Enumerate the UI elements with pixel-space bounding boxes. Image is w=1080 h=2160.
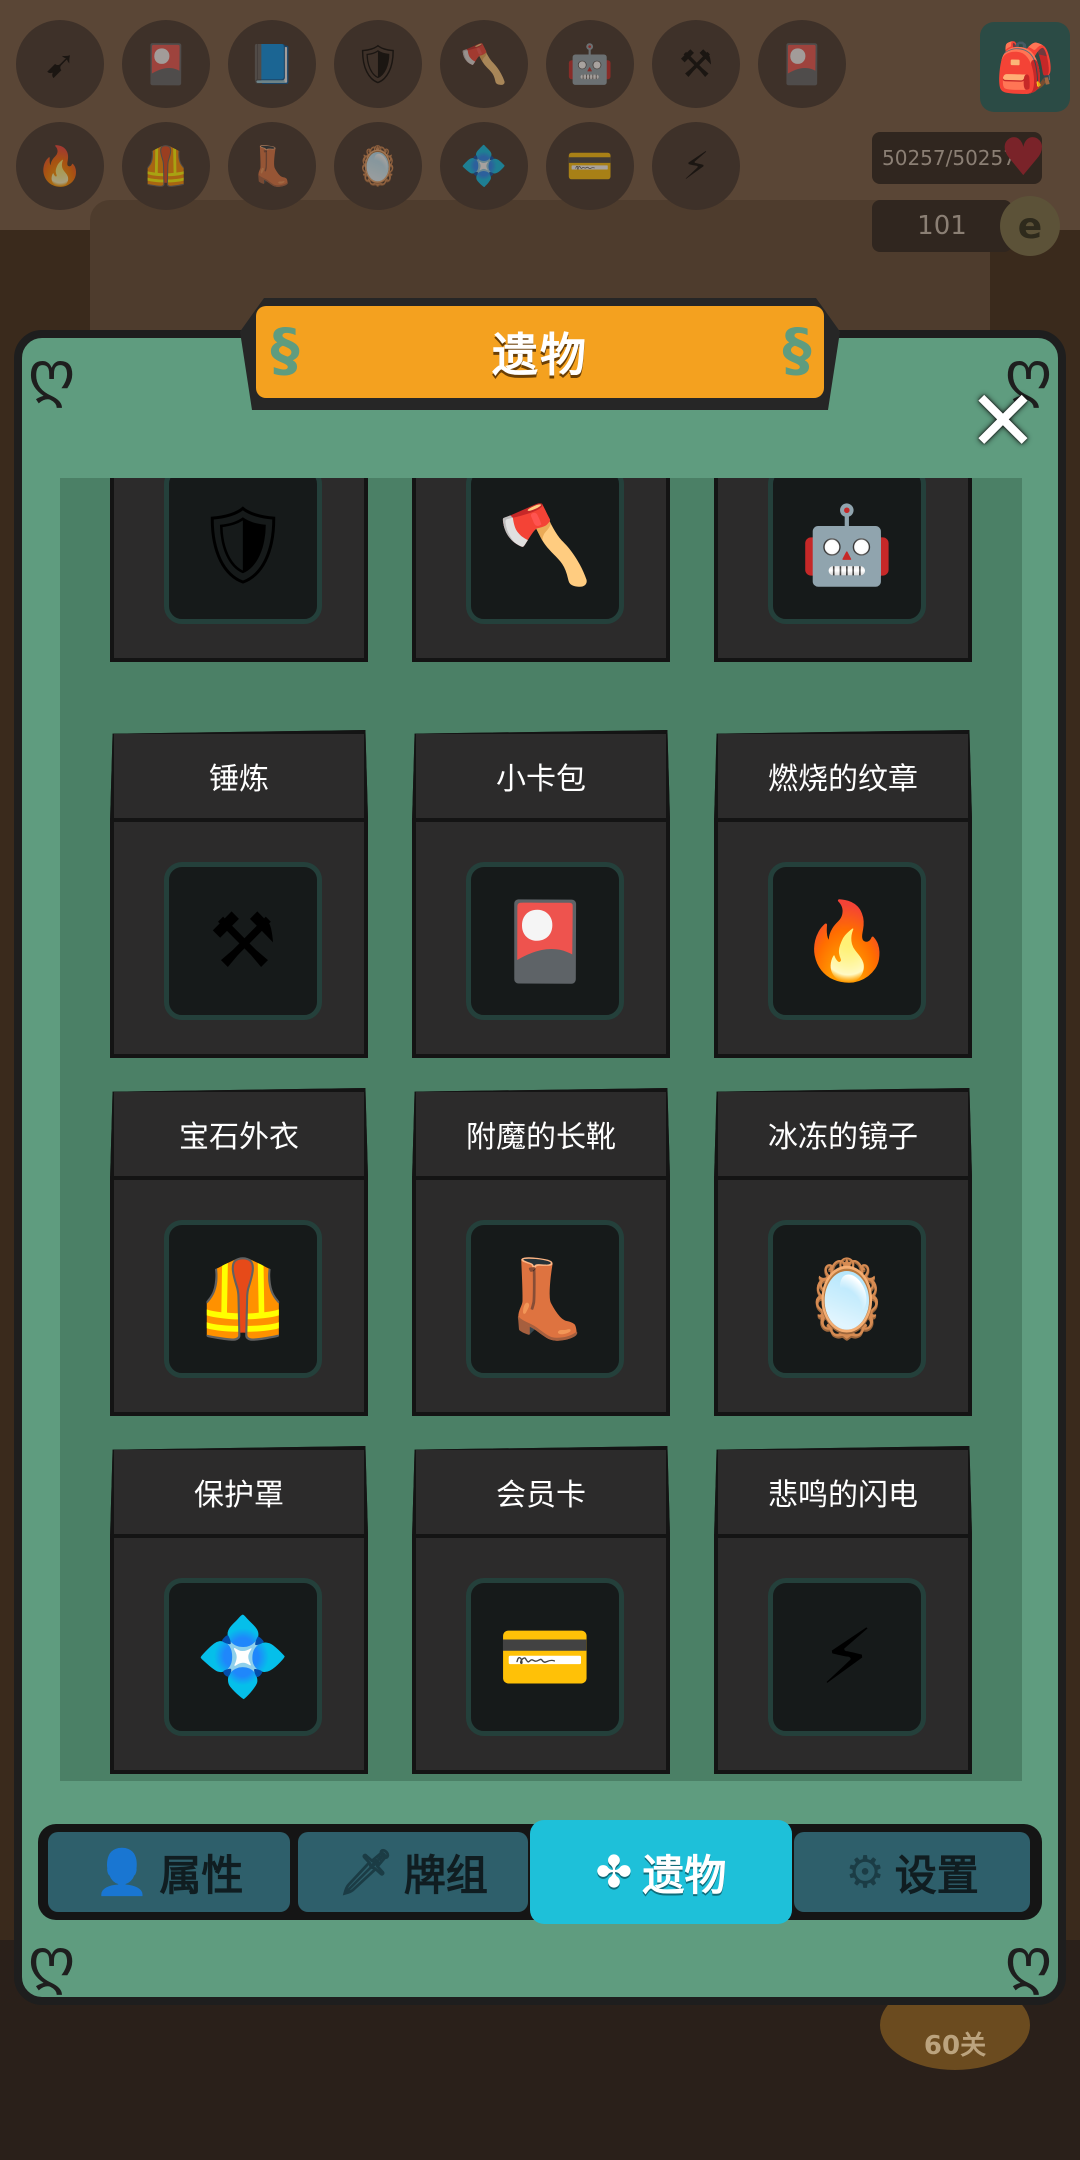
shield-g-icon: 🛡 [334, 20, 422, 108]
mirror-icon[interactable]: 🪞 [768, 1220, 926, 1378]
tab-sword[interactable]: 🗡 牌组 [298, 1832, 528, 1912]
lightning-icon[interactable]: ⚡ [768, 1578, 926, 1736]
relic-card-body: 👢 [412, 1176, 670, 1416]
relic-card-body: 💠 [110, 1534, 368, 1774]
close-button[interactable]: ✕ [960, 378, 1046, 464]
relic-name: 小卡包 [412, 730, 670, 822]
bag-icon[interactable]: 🎒 [980, 22, 1070, 112]
banner-swirl-icon: § [782, 316, 812, 384]
axe-icon: 🪓 [440, 20, 528, 108]
banner-swirl-icon: § [270, 316, 300, 384]
card-pack-icon: 🎴 [122, 20, 210, 108]
sword-icon: 🗡 [338, 1847, 394, 1898]
tab-label: 属性 [159, 1850, 244, 1900]
anvil-icon[interactable]: ⚒ [164, 862, 322, 1020]
heart-icon: ♥ [1000, 128, 1047, 188]
relic-card-body: ⚒ [110, 818, 368, 1058]
relic-name: 宝石外衣 [110, 1088, 368, 1180]
gem-coat-icon[interactable]: 🦺 [164, 1220, 322, 1378]
relic-card-body: 🦺 [110, 1176, 368, 1416]
gear-icon: ⚙ [845, 1846, 885, 1898]
robot-icon[interactable]: 🤖 [768, 478, 926, 624]
barrier-icon: 💠 [440, 122, 528, 210]
mirror-icon: 🪞 [334, 122, 422, 210]
tab-label: 遗物 [642, 1850, 727, 1900]
coin-icon: e [1000, 196, 1060, 256]
member-card-icon[interactable]: 💳 [466, 1578, 624, 1736]
relic-name: 燃烧的纹章 [714, 730, 972, 822]
relic-card-body: 🪓 [412, 478, 670, 662]
relic-name: 附魔的长靴 [412, 1088, 670, 1180]
member-card-icon: 💳 [546, 122, 634, 210]
tab-gear[interactable]: ⚙ 设置 [794, 1832, 1030, 1912]
clover-icon: ✤ [595, 1846, 633, 1898]
arrow-relic-icon: ➹ [16, 20, 104, 108]
relic-card-body: 🪞 [714, 1176, 972, 1416]
person-icon: 👤 [94, 1847, 150, 1898]
barrier-icon[interactable]: 💠 [164, 1578, 322, 1736]
tab-clover[interactable]: ✤ 遗物 [530, 1820, 792, 1924]
relic-grid[interactable]: 🛡 🪓 🤖 锤炼 ⚒ 小卡包 🎴 燃烧的纹章 🔥 宝石外衣 🦺 附魔的长靴 👢 冰冻的镜子 🪞 保护罩 💠 会员卡… [60, 478, 1022, 1781]
lightning-icon: ⚡ [652, 122, 740, 210]
relic-card-body: 🎴 [412, 818, 670, 1058]
relic-name: 锤炼 [110, 730, 368, 822]
gold-counter: 101 [872, 200, 1012, 252]
relic-card-body: 🛡 [110, 478, 368, 662]
card-pack-icon[interactable]: 🎴 [466, 862, 624, 1020]
tab-label: 设置 [894, 1850, 979, 1900]
burning-badge-icon: 🔥 [16, 122, 104, 210]
boots-icon[interactable]: 👢 [466, 1220, 624, 1378]
relic-name: 保护罩 [110, 1446, 368, 1538]
relic-name: 悲鸣的闪电 [714, 1446, 972, 1538]
modal-title: 遗物 [256, 306, 824, 398]
relic-name: 冰冻的镜子 [714, 1088, 972, 1180]
corner-swirl-icon: ღ [28, 1926, 76, 1996]
shield-g-icon[interactable]: 🛡 [164, 478, 322, 624]
burning-badge-icon[interactable]: 🔥 [768, 862, 926, 1020]
relic-card-body: 💳 [412, 1534, 670, 1774]
anvil-icon: ⚒ [652, 20, 740, 108]
robot-icon: 🤖 [546, 20, 634, 108]
gem-coat-icon: 🦺 [122, 122, 210, 210]
card-pack-icon: 🎴 [758, 20, 846, 108]
tab-person[interactable]: 👤 属性 [48, 1832, 290, 1912]
axe-icon[interactable]: 🪓 [466, 478, 624, 624]
corner-swirl-icon: ღ [28, 339, 76, 409]
tome-icon: 📘 [228, 20, 316, 108]
relic-card-body: 🤖 [714, 478, 972, 662]
tab-label: 牌组 [403, 1850, 488, 1900]
boots-icon: 👢 [228, 122, 316, 210]
relic-card-body: 🔥 [714, 818, 972, 1058]
relic-card-body: ⚡ [714, 1534, 972, 1774]
relic-name: 会员卡 [412, 1446, 670, 1538]
corner-swirl-icon: ღ [1004, 1926, 1052, 1996]
